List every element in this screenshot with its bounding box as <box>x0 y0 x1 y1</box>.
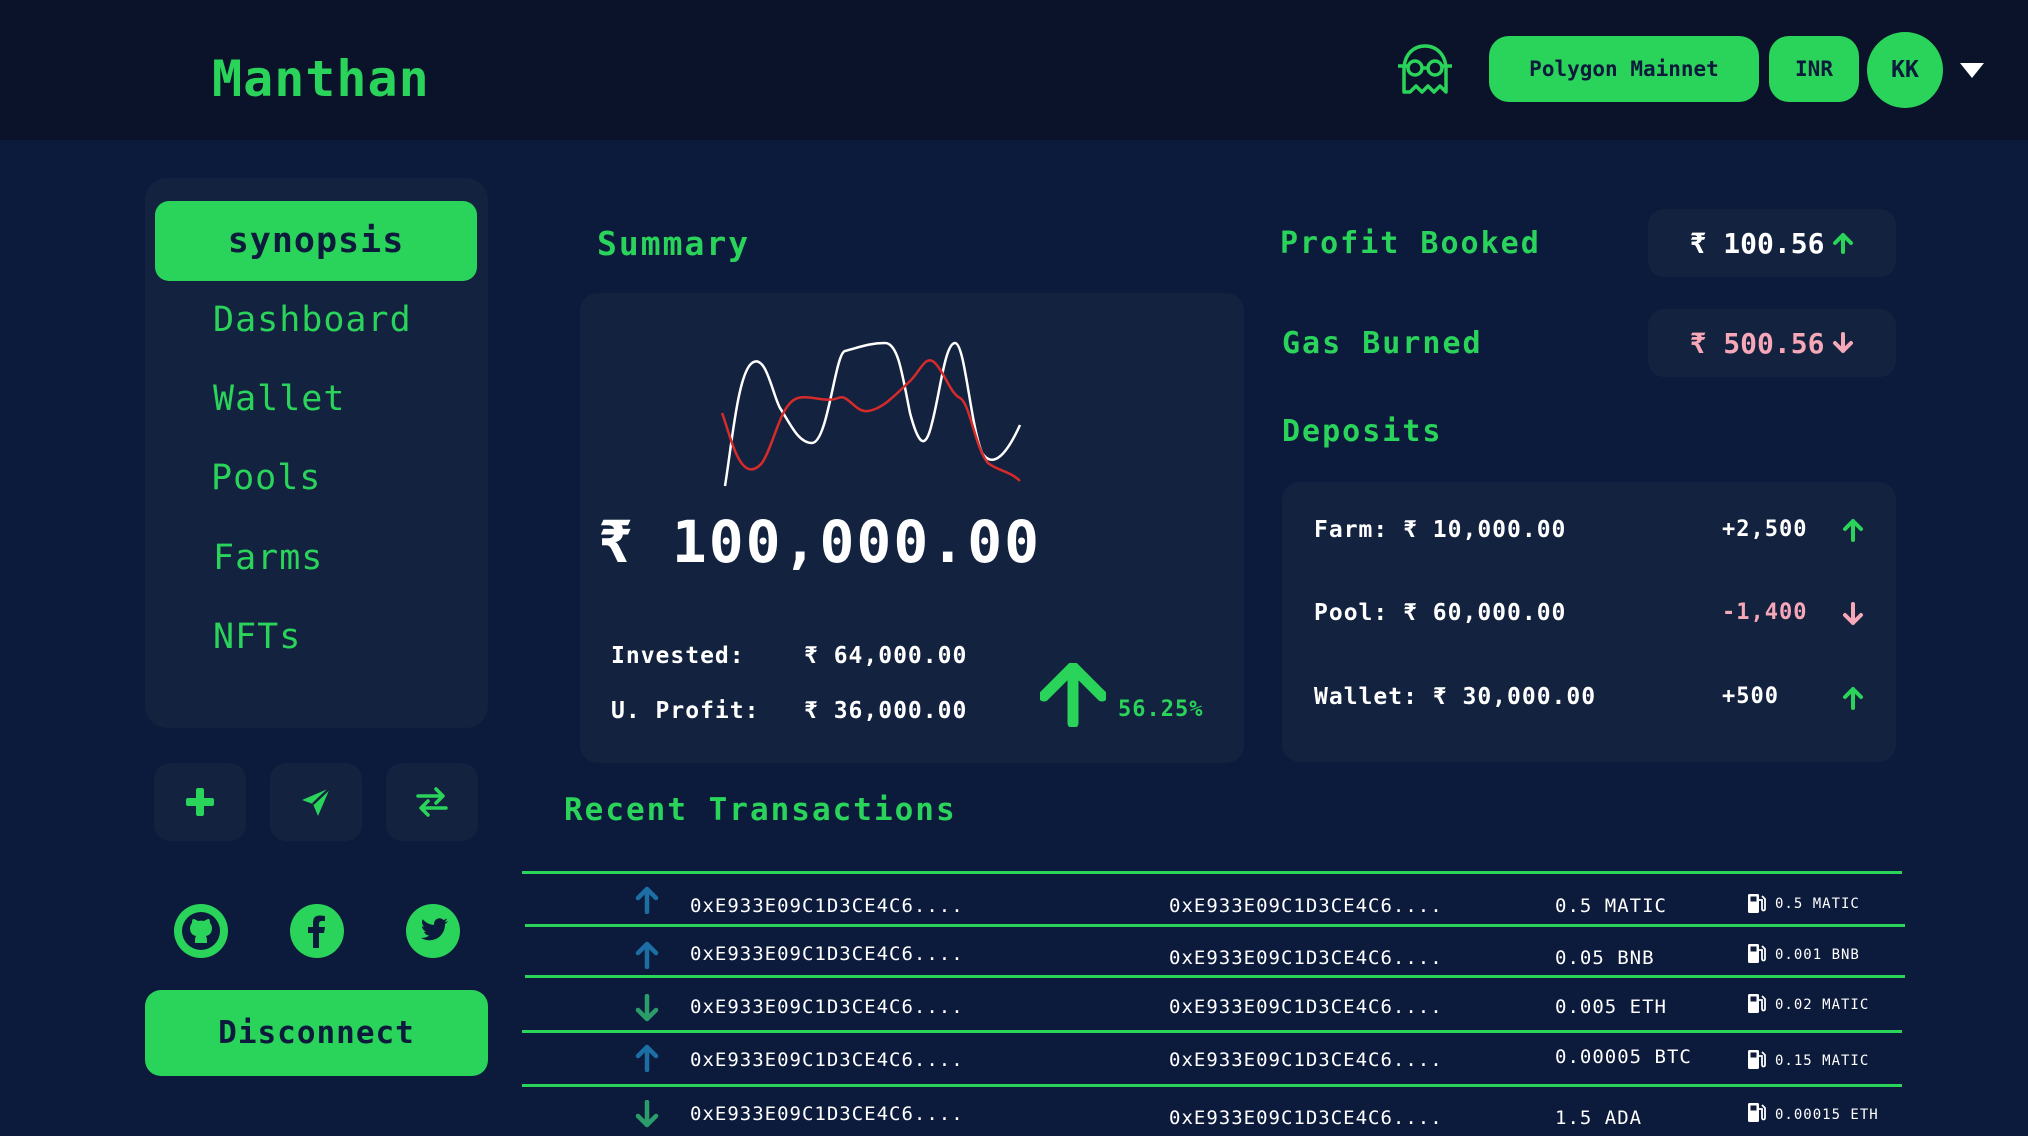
deposits-card: Farm: ₹ 10,000.00 +2,500 Pool: ₹ 60,000.… <box>1282 482 1896 762</box>
sidebar-item-wallet[interactable]: Wallet <box>213 379 345 419</box>
swap-icon <box>416 787 448 817</box>
github-link[interactable] <box>174 904 228 958</box>
tx-gas-fee: 0.5 MATIC <box>1775 896 1860 912</box>
gas-burned-box: ₹ 500.56 <box>1648 309 1896 377</box>
tx-to-address[interactable]: 0xE933E09C1D3CE4C6.... <box>1169 1107 1443 1129</box>
tx-from-address[interactable]: 0xE933E09C1D3CE4C6.... <box>690 996 964 1018</box>
tx-to-address[interactable]: 0xE933E09C1D3CE4C6.... <box>1169 996 1443 1018</box>
gas-burned-label: Gas Burned <box>1282 326 1483 361</box>
arrow-down-icon <box>1833 332 1854 353</box>
tx-in-arrow-icon <box>635 1100 659 1128</box>
summary-sparkline <box>720 341 1022 487</box>
profit-booked-value: ₹ 100.56 <box>1689 226 1825 260</box>
tx-gas-fee: 0.001 BNB <box>1775 947 1860 963</box>
profit-percentage: 56.25% <box>1118 697 1204 722</box>
tx-to-address[interactable]: 0xE933E09C1D3CE4C6.... <box>1169 947 1443 969</box>
deposit-pool-change: -1,400 <box>1722 600 1808 625</box>
gas-pump-icon <box>1748 994 1766 1013</box>
arrow-down-icon <box>1843 602 1863 625</box>
tx-gas-fee: 0.02 MATIC <box>1775 997 1870 1013</box>
deposits-title: Deposits <box>1282 414 1443 449</box>
tx-out-arrow-icon <box>635 886 659 914</box>
user-avatar[interactable]: KK <box>1867 32 1943 108</box>
arrow-up-icon <box>1843 519 1863 542</box>
top-bar: Manthan Polygon Mainnet INR KK <box>0 0 2028 140</box>
deposit-farm-label: Farm: ₹ 10,000.00 <box>1314 517 1567 543</box>
unrealized-profit-label: U. Profit: <box>611 698 760 724</box>
gas-burned-value: ₹ 500.56 <box>1689 326 1825 360</box>
invested-label: Invested: <box>611 643 745 669</box>
send-button[interactable] <box>270 763 362 841</box>
caret-down-icon[interactable] <box>1960 63 1984 78</box>
profit-booked-label: Profit Booked <box>1280 226 1541 261</box>
tx-to-address[interactable]: 0xE933E09C1D3CE4C6.... <box>1169 1049 1443 1071</box>
table-divider <box>522 871 1902 874</box>
facebook-link[interactable] <box>290 904 344 958</box>
sidebar-nav: synopsis Dashboard Wallet Pools Farms NF… <box>145 178 488 728</box>
tx-out-arrow-icon <box>635 941 659 969</box>
twitter-icon <box>421 918 448 941</box>
arrow-up-icon <box>1833 233 1854 254</box>
tx-from-address[interactable]: 0xE933E09C1D3CE4C6.... <box>690 1103 964 1125</box>
send-icon <box>302 787 331 816</box>
tx-to-address[interactable]: 0xE933E09C1D3CE4C6.... <box>1169 895 1443 917</box>
invested-value: ₹ 64,000.00 <box>804 643 968 669</box>
tx-amount: 0.5 MATIC <box>1555 895 1667 917</box>
github-icon <box>182 912 220 950</box>
arrow-up-icon <box>1843 687 1863 710</box>
deposit-pool-label: Pool: ₹ 60,000.00 <box>1314 600 1567 626</box>
arrow-up-icon <box>1040 663 1106 727</box>
sidebar-item-nfts[interactable]: NFTs <box>213 617 301 657</box>
sidebar-item-farms[interactable]: Farms <box>213 538 323 578</box>
gas-pump-icon <box>1748 894 1766 913</box>
tx-out-arrow-icon <box>635 1044 659 1072</box>
tx-from-address[interactable]: 0xE933E09C1D3CE4C6.... <box>690 943 964 965</box>
table-divider <box>522 1084 1902 1087</box>
app-logo[interactable]: Manthan <box>212 50 430 108</box>
table-divider <box>525 924 1905 927</box>
tx-gas-fee: 0.15 MATIC <box>1775 1053 1870 1069</box>
ghost-icon[interactable] <box>1396 42 1454 96</box>
deposit-wallet-change: +500 <box>1722 684 1779 709</box>
swap-button[interactable] <box>386 763 478 841</box>
facebook-icon <box>308 915 325 948</box>
twitter-link[interactable] <box>406 904 460 958</box>
add-button[interactable] <box>154 763 246 841</box>
summary-title: Summary <box>597 224 751 263</box>
deposit-wallet-label: Wallet: ₹ 30,000.00 <box>1314 684 1597 710</box>
portfolio-total: ₹ 100,000.00 <box>598 508 1042 576</box>
sidebar-item-pools[interactable]: Pools <box>211 458 321 498</box>
tx-amount: 0.005 ETH <box>1555 996 1667 1018</box>
tx-amount: 0.05 BNB <box>1555 947 1655 969</box>
tx-amount: 0.00005 BTC <box>1555 1046 1692 1068</box>
summary-card: ₹ 100,000.00 Invested: ₹ 64,000.00 U. Pr… <box>580 293 1244 763</box>
tx-from-address[interactable]: 0xE933E09C1D3CE4C6.... <box>690 895 964 917</box>
table-divider <box>522 1030 1902 1033</box>
tx-gas-fee: 0.00015 ETH <box>1775 1107 1879 1123</box>
table-divider <box>525 975 1905 978</box>
tx-amount: 1.5 ADA <box>1555 1107 1643 1129</box>
disconnect-button[interactable]: Disconnect <box>145 990 488 1076</box>
profit-booked-box: ₹ 100.56 <box>1648 209 1896 277</box>
gas-pump-icon <box>1748 1050 1766 1069</box>
sidebar-item-synopsis[interactable]: synopsis <box>155 201 477 281</box>
unrealized-profit-value: ₹ 36,000.00 <box>804 698 968 724</box>
gas-pump-icon <box>1748 1103 1766 1122</box>
sidebar-item-dashboard[interactable]: Dashboard <box>213 300 412 340</box>
plus-icon <box>186 788 214 816</box>
recent-transactions-title: Recent Transactions <box>564 792 957 828</box>
network-selector-button[interactable]: Polygon Mainnet <box>1489 36 1759 102</box>
currency-selector-button[interactable]: INR <box>1769 36 1859 102</box>
deposit-farm-change: +2,500 <box>1722 517 1808 542</box>
tx-in-arrow-icon <box>635 994 659 1022</box>
tx-from-address[interactable]: 0xE933E09C1D3CE4C6.... <box>690 1049 964 1071</box>
gas-pump-icon <box>1748 944 1766 963</box>
